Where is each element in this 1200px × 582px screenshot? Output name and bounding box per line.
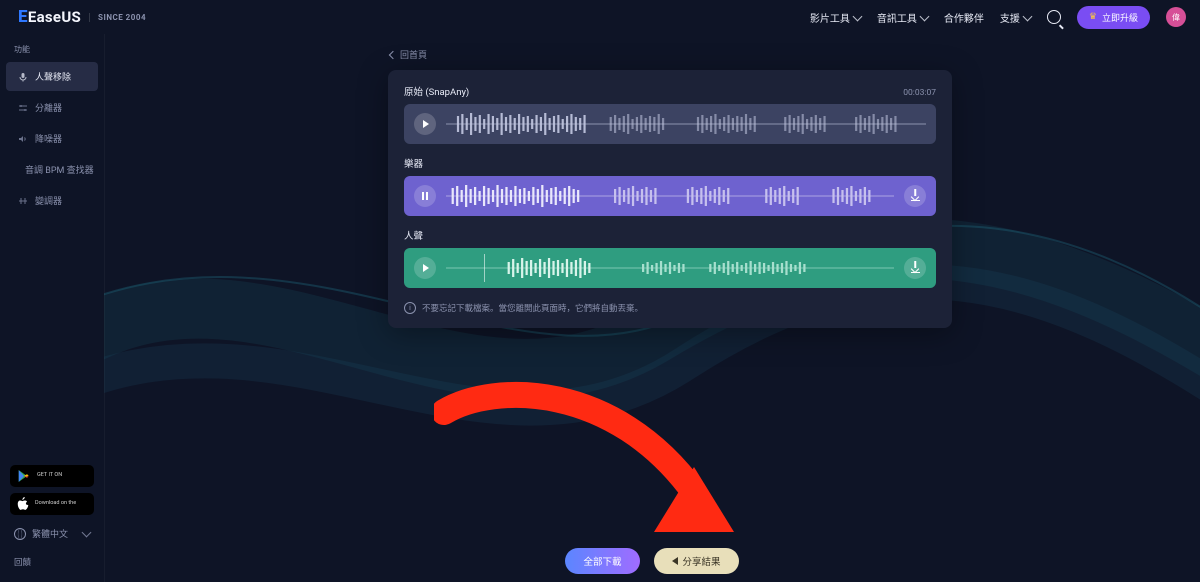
search-button[interactable]: [1047, 10, 1061, 24]
chevron-down-icon: [852, 11, 862, 21]
sidebar-item-splitter[interactable]: 分離器: [6, 93, 98, 122]
chevron-down-icon: [919, 11, 929, 21]
play-icon: [423, 120, 429, 128]
play-icon: [423, 264, 429, 272]
main-area: 回首頁 原始 (SnapAny) 00:03:07: [104, 34, 1200, 582]
download-all-button[interactable]: 全部下載: [565, 548, 639, 574]
waveform-vocal[interactable]: [446, 255, 894, 281]
waveform-original[interactable]: [446, 111, 926, 137]
google-play-badge[interactable]: GET IT ONGoogle Play: [10, 465, 94, 487]
adjust-icon: [18, 196, 28, 206]
mic-icon: [18, 72, 28, 82]
brand-glyph: E: [18, 7, 28, 27]
download-button-instrument[interactable]: [904, 185, 926, 207]
download-button-vocal[interactable]: [904, 257, 926, 279]
waveform-instrument[interactable]: [446, 183, 894, 209]
vocal-track: [404, 248, 936, 288]
download-icon: [911, 191, 920, 201]
google-play-icon: [17, 469, 31, 483]
brand-since: SINCE 2004: [89, 13, 146, 22]
annotation-arrow: [434, 372, 734, 572]
avatar[interactable]: 偉: [1166, 7, 1186, 27]
bottom-actions: 全部下載 分享結果: [104, 548, 1200, 574]
globe-icon: [14, 528, 26, 540]
pause-button-instrument[interactable]: [414, 185, 436, 207]
nav-audio-tools[interactable]: 音訊工具: [877, 10, 928, 25]
language-selector[interactable]: 繁體中文: [10, 521, 94, 546]
original-track: [404, 104, 936, 144]
brand-name: EaseUS: [28, 8, 81, 26]
sliders-icon: [18, 103, 28, 113]
apple-icon: [17, 497, 29, 511]
feedback-link[interactable]: 回饋: [10, 552, 94, 572]
sidebar-bottom: GET IT ONGoogle Play Download on theApp …: [0, 465, 104, 582]
crown-icon: ♛: [1089, 12, 1097, 22]
chevron-left-icon: [389, 50, 397, 58]
sidebar-item-label: 人聲移除: [35, 70, 71, 83]
volume-icon: [18, 134, 28, 144]
share-results-button[interactable]: 分享結果: [654, 548, 739, 574]
original-track-title: 原始 (SnapAny): [404, 84, 469, 98]
vocal-track-title: 人聲: [404, 228, 936, 242]
original-track-duration: 00:03:07: [903, 88, 936, 98]
sidebar-item-label: 變調器: [35, 194, 62, 207]
brand-logo: EEaseUS SINCE 2004: [18, 7, 146, 27]
nav-partners[interactable]: 合作夥伴: [944, 10, 984, 25]
results-panel: 原始 (SnapAny) 00:03:07: [388, 70, 952, 328]
app-store-badge[interactable]: Download on theApp Store: [10, 493, 94, 515]
download-icon: [911, 263, 920, 273]
sidebar-section-label: 功能: [0, 34, 104, 61]
search-icon: [1047, 10, 1061, 24]
back-link[interactable]: 回首頁: [390, 48, 427, 61]
sidebar-item-vocal-remover[interactable]: 人聲移除: [6, 62, 98, 91]
info-icon: i: [404, 302, 416, 314]
info-note-text: 不要忘記下載檔案。當您離開此頁面時，它們將自動丟棄。: [422, 302, 643, 314]
pause-icon: [422, 192, 428, 200]
sidebar-item-label: 分離器: [35, 101, 62, 114]
chevron-down-icon: [1022, 11, 1032, 21]
share-icon: [672, 557, 678, 565]
original-track-header: 原始 (SnapAny) 00:03:07: [404, 84, 936, 98]
sidebar: 功能 人聲移除 分離器 降噪器 音調 BPM 查找器 變調器 GET IT ON…: [0, 34, 105, 582]
sidebar-item-pitch-changer[interactable]: 變調器: [6, 186, 98, 215]
header: EEaseUS SINCE 2004 影片工具 音訊工具 合作夥伴 支援 ♛立即…: [0, 0, 1200, 34]
sidebar-item-denoiser[interactable]: 降噪器: [6, 124, 98, 153]
play-button-vocal[interactable]: [414, 257, 436, 279]
top-nav: 影片工具 音訊工具 合作夥伴 支援 ♛立即升級 偉: [810, 6, 1186, 29]
sidebar-item-bpm-finder[interactable]: 音調 BPM 查找器: [6, 155, 98, 184]
chevron-down-icon: [82, 528, 92, 538]
nav-support[interactable]: 支援: [1000, 10, 1031, 25]
play-button-original[interactable]: [414, 113, 436, 135]
upgrade-button[interactable]: ♛立即升級: [1077, 6, 1150, 29]
instrument-track-title: 樂器: [404, 156, 936, 170]
sidebar-item-label: 降噪器: [35, 132, 62, 145]
info-note: i 不要忘記下載檔案。當您離開此頁面時，它們將自動丟棄。: [404, 302, 936, 314]
playhead[interactable]: [484, 254, 485, 282]
instrument-track: [404, 176, 936, 216]
sidebar-item-label: 音調 BPM 查找器: [25, 163, 94, 176]
nav-video-tools[interactable]: 影片工具: [810, 10, 861, 25]
